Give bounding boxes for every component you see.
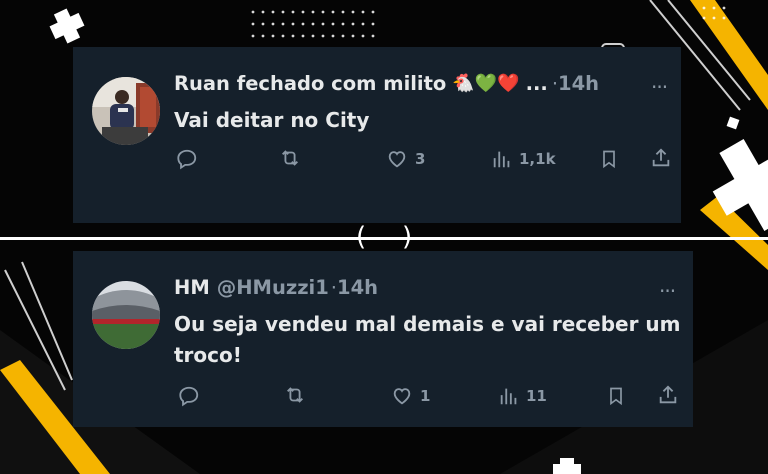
views-icon [500,388,517,405]
like-count: 1 [420,387,431,405]
more-icon[interactable]: ··· [659,279,676,303]
tweet-text: Vai deitar no City [174,108,370,132]
retweet-icon [287,387,303,403]
share-button[interactable] [650,147,672,169]
handle[interactable]: @HMuzzi1 [217,276,329,299]
reply-icon [179,386,199,407]
share-button[interactable] [657,384,679,406]
separator-line [0,237,768,240]
heart-icon [393,388,411,405]
view-count: 1,1k [519,150,556,168]
like-button[interactable]: 3 [385,148,425,170]
bookmark-icon [610,387,622,406]
avatar[interactable] [92,281,160,349]
timestamp[interactable]: 14h [558,72,599,95]
share-icon [659,385,677,404]
more-icon[interactable]: ··· [651,75,668,99]
tweet-text-line-1: Ou seja vendeu mal demais e vai receber … [174,312,681,336]
views-button[interactable]: 11 [498,385,547,407]
views-button[interactable]: 1,1k [491,148,556,170]
avatar[interactable] [92,77,160,145]
retweet-button[interactable] [283,384,307,406]
separator-paren-right: ) [402,222,413,252]
tweet-card-2[interactable]: HM @HMuzzi1 · 14h ··· Ou seja vendeu mal… [73,251,693,427]
like-button[interactable]: 1 [390,385,430,407]
view-count: 11 [526,387,547,405]
separator-paren-left: ( [356,222,367,252]
views-icon [493,151,510,168]
share-icon [652,148,670,167]
name-ellipsis: ... [525,72,548,95]
tweet-card-1[interactable]: Ruan fechado com milito 🐔💚❤️ ... · 14h ·… [73,47,681,223]
tweet-header: HM @HMuzzi1 · 14h [174,276,378,299]
retweet-button[interactable] [278,147,302,169]
emoji-group: 🐔💚❤️ [452,73,520,94]
bookmark-button[interactable] [599,148,619,170]
display-name[interactable]: Ruan fechado com milito [174,72,446,95]
like-count: 3 [415,150,426,168]
tweet-text-line-2: troco! [174,343,242,367]
display-name[interactable]: HM [174,276,210,299]
heart-icon [388,151,406,168]
reply-icon [177,149,197,170]
timestamp[interactable]: 14h [337,276,378,299]
bookmark-icon [603,150,615,169]
reply-button[interactable] [178,385,200,407]
tweet-header: Ruan fechado com milito 🐔💚❤️ ... · 14h [174,72,599,95]
reply-button[interactable] [176,148,198,170]
retweet-icon [282,150,298,166]
bookmark-button[interactable] [606,385,626,407]
